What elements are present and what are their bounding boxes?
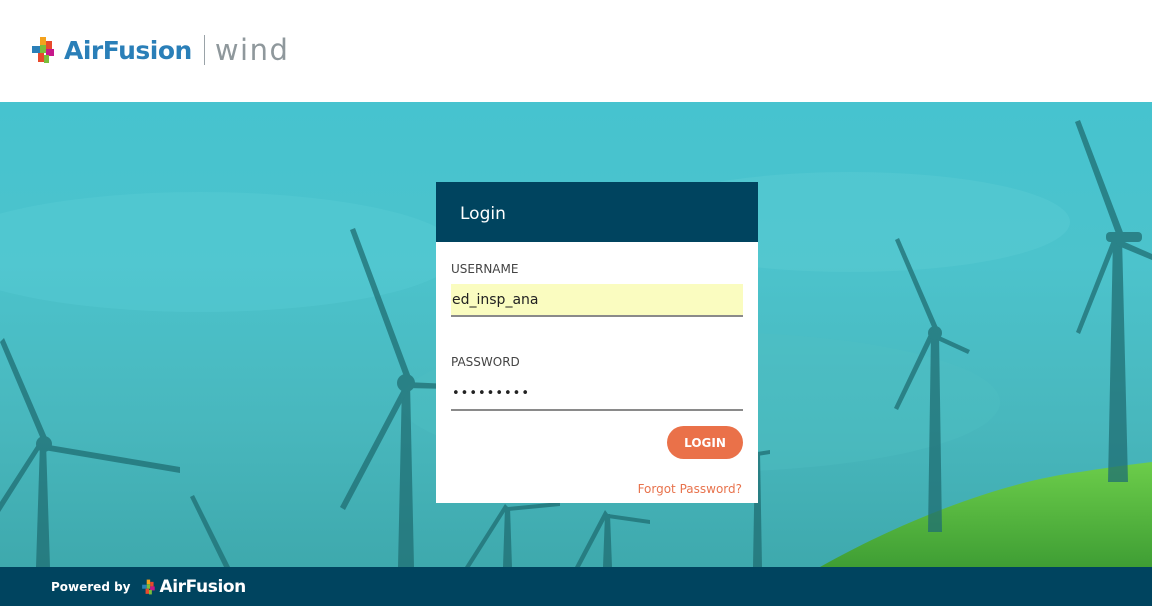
powered-by-text: Powered by xyxy=(51,580,131,594)
login-card: Login USERNAME PASSWORD LOGIN Forgot Pas… xyxy=(436,182,758,503)
password-label: PASSWORD xyxy=(451,355,520,369)
username-label: USERNAME xyxy=(451,262,519,276)
login-button[interactable]: LOGIN xyxy=(667,426,743,459)
airfusion-logo-icon xyxy=(32,37,54,63)
login-title: Login xyxy=(460,204,506,224)
login-card-header: Login xyxy=(436,182,758,242)
product-name: wind xyxy=(214,33,290,67)
brand-name: AirFusion xyxy=(64,35,192,65)
brand-logo-link[interactable]: AirFusion wind xyxy=(30,32,289,68)
forgot-password-link[interactable]: Forgot Password? xyxy=(638,482,742,496)
footer-brand-name: AirFusion xyxy=(159,577,247,597)
username-input[interactable] xyxy=(451,284,743,317)
footer: Powered by AirFusion xyxy=(0,567,1152,606)
powered-by: Powered by AirFusion xyxy=(51,577,246,597)
brand-divider xyxy=(203,35,205,65)
airfusion-footer-logo-icon xyxy=(141,579,155,595)
top-header: AirFusion wind xyxy=(0,0,1152,102)
password-input[interactable] xyxy=(451,378,743,411)
